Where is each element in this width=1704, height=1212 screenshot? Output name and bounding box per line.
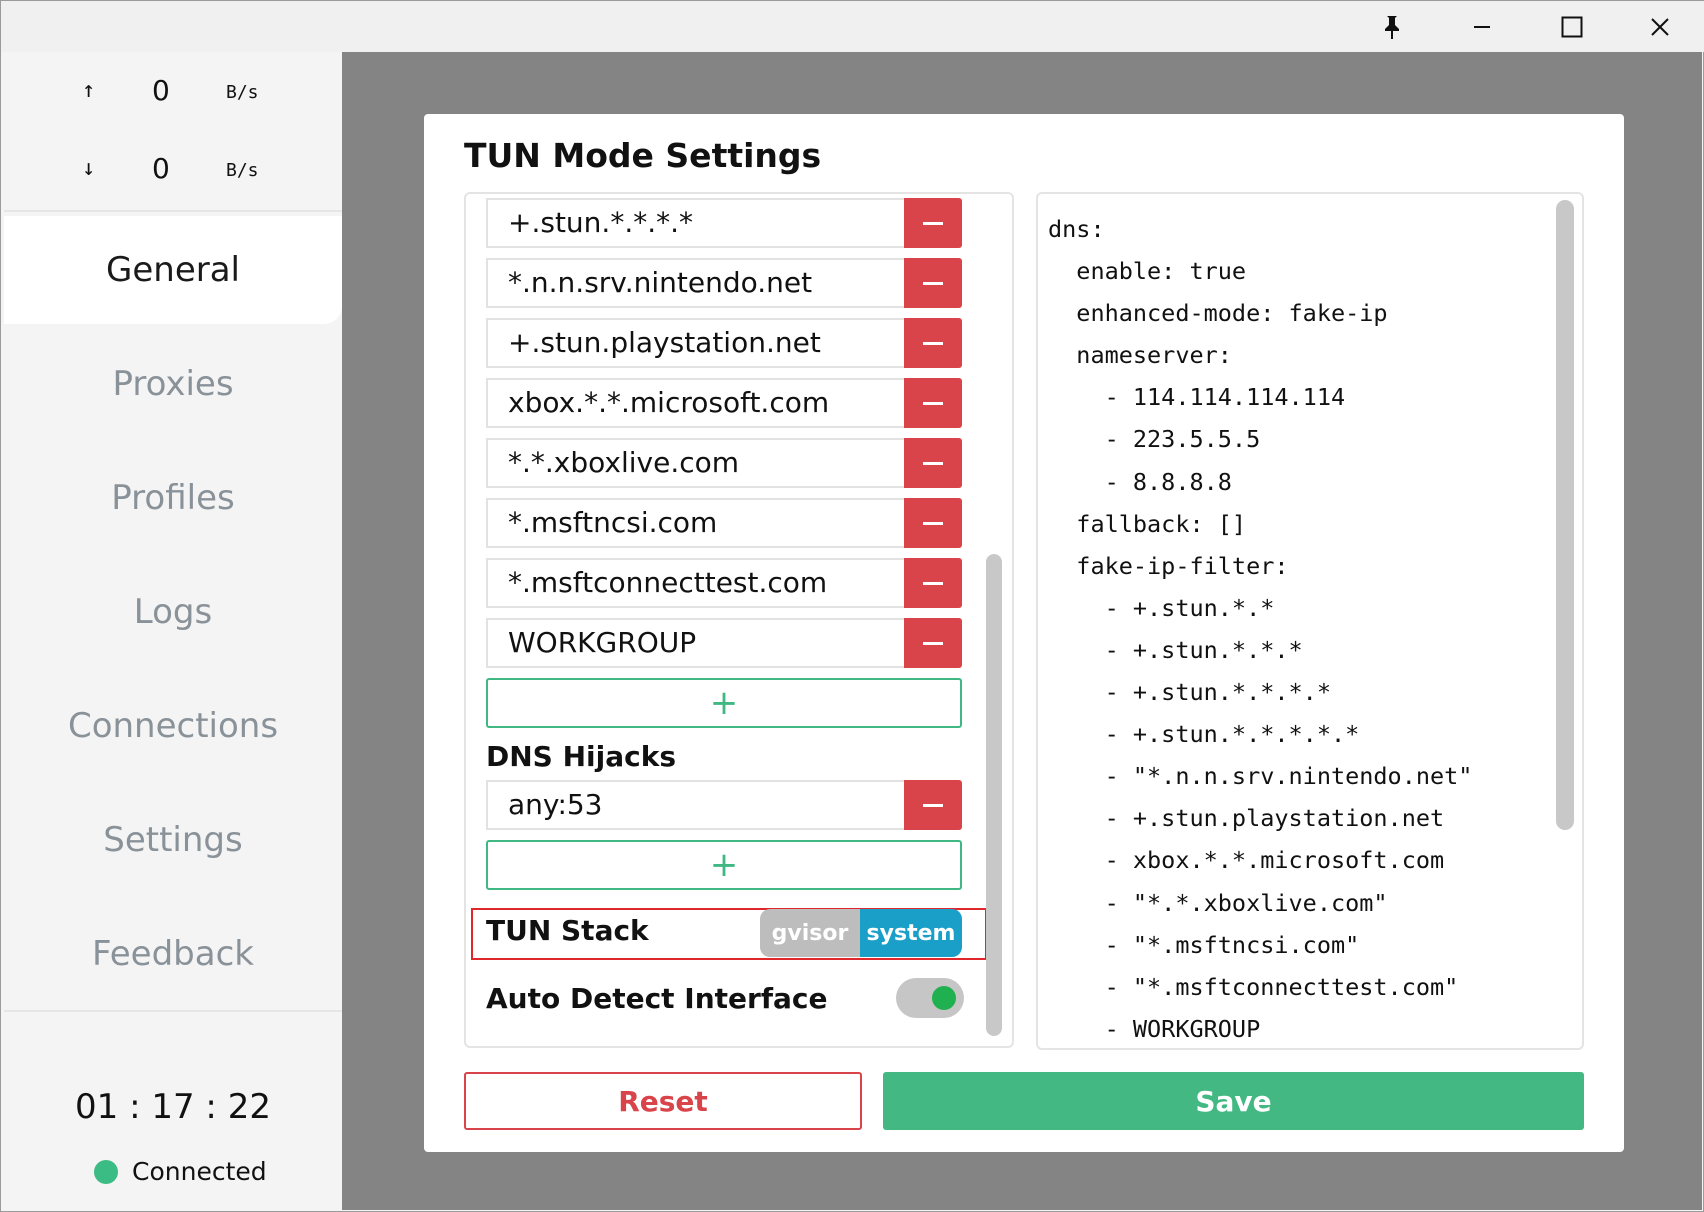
minus-icon bbox=[923, 521, 943, 525]
form-scrollbar[interactable] bbox=[986, 554, 1002, 1036]
upload-arrow-icon: ↑ bbox=[82, 78, 96, 103]
minus-icon bbox=[923, 641, 943, 645]
list-item: +.stun.*.*.*.* bbox=[486, 198, 962, 248]
reset-button[interactable]: Reset bbox=[464, 1072, 862, 1130]
auto-detect-label: Auto Detect Interface bbox=[486, 982, 828, 1015]
remove-button[interactable] bbox=[904, 378, 962, 428]
remove-button[interactable] bbox=[904, 558, 962, 608]
minus-icon bbox=[923, 581, 943, 585]
upload-value: 0 bbox=[152, 74, 170, 107]
save-button[interactable]: Save bbox=[883, 1072, 1584, 1130]
sidebar-item-general[interactable]: General bbox=[4, 216, 342, 324]
add-filter-button[interactable]: + bbox=[486, 678, 962, 728]
remove-button[interactable] bbox=[904, 198, 962, 248]
sidebar-divider-bottom bbox=[4, 1010, 342, 1012]
list-item: *.*.xboxlive.com bbox=[486, 438, 962, 488]
connection-status: Connected bbox=[94, 1157, 267, 1186]
download-value: 0 bbox=[152, 152, 170, 185]
list-item: *.msftncsi.com bbox=[486, 498, 962, 548]
filter-input[interactable]: WORKGROUP bbox=[486, 618, 904, 668]
yaml-scrollbar[interactable] bbox=[1556, 200, 1574, 830]
dns-hijacks-label: DNS Hijacks bbox=[486, 740, 676, 773]
filter-input[interactable]: *.n.n.srv.nintendo.net bbox=[486, 258, 904, 308]
filter-input[interactable]: xbox.*.*.microsoft.com bbox=[486, 378, 904, 428]
filter-input[interactable]: *.msftncsi.com bbox=[486, 498, 904, 548]
filter-input[interactable]: *.*.xboxlive.com bbox=[486, 438, 904, 488]
dialog-title: TUN Mode Settings bbox=[464, 136, 822, 175]
tun-stack-selector: gvisor system bbox=[760, 909, 962, 957]
sidebar: ↑ 0 B/s ↓ 0 B/s General Proxies Profiles… bbox=[4, 52, 342, 1210]
download-speed: ↓ 0 B/s bbox=[4, 152, 342, 192]
app-window: ↑ 0 B/s ↓ 0 B/s General Proxies Profiles… bbox=[0, 0, 1704, 1212]
minus-icon bbox=[923, 401, 943, 405]
yaml-preview-panel: dns: enable: true enhanced-mode: fake-ip… bbox=[1036, 192, 1584, 1050]
sidebar-item-logs[interactable]: Logs bbox=[4, 558, 342, 666]
filter-input[interactable]: *.msftconnecttest.com bbox=[486, 558, 904, 608]
toggle-knob bbox=[932, 986, 956, 1010]
upload-unit: B/s bbox=[226, 82, 259, 103]
remove-button[interactable] bbox=[904, 258, 962, 308]
download-arrow-icon: ↓ bbox=[82, 156, 96, 181]
close-icon[interactable] bbox=[1615, 3, 1704, 51]
add-dns-hijack-button[interactable]: + bbox=[486, 840, 962, 890]
maximize-icon[interactable] bbox=[1527, 3, 1617, 51]
remove-button[interactable] bbox=[904, 318, 962, 368]
minus-icon bbox=[923, 341, 943, 345]
pin-icon[interactable] bbox=[1347, 3, 1437, 51]
filter-input[interactable]: +.stun.playstation.net bbox=[486, 318, 904, 368]
filter-input[interactable]: +.stun.*.*.*.* bbox=[486, 198, 904, 248]
list-item: +.stun.playstation.net bbox=[486, 318, 962, 368]
remove-button[interactable] bbox=[904, 498, 962, 548]
sidebar-divider bbox=[4, 210, 342, 212]
tun-settings-dialog: TUN Mode Settings +.stun.*.*.*.* *.n.n.s… bbox=[424, 114, 1624, 1152]
dns-hijack-input[interactable]: any:53 bbox=[486, 780, 904, 830]
remove-button[interactable] bbox=[904, 780, 962, 830]
sidebar-item-connections[interactable]: Connections bbox=[4, 672, 342, 780]
minus-icon bbox=[923, 461, 943, 465]
sidebar-item-profiles[interactable]: Profiles bbox=[4, 444, 342, 552]
minus-icon bbox=[923, 803, 943, 807]
auto-detect-toggle[interactable] bbox=[896, 978, 964, 1018]
list-item: any:53 bbox=[486, 780, 962, 830]
list-item: *.n.n.srv.nintendo.net bbox=[486, 258, 962, 308]
remove-button[interactable] bbox=[904, 438, 962, 488]
download-unit: B/s bbox=[226, 160, 259, 181]
minus-icon bbox=[923, 281, 943, 285]
minus-icon bbox=[923, 221, 943, 225]
titlebar bbox=[1, 1, 1704, 52]
yaml-preview: dns: enable: true enhanced-mode: fake-ip… bbox=[1048, 215, 1473, 1043]
list-item: xbox.*.*.microsoft.com bbox=[486, 378, 962, 428]
list-item: WORKGROUP bbox=[486, 618, 962, 668]
status-dot-icon bbox=[94, 1159, 118, 1184]
settings-form-panel: +.stun.*.*.*.* *.n.n.srv.nintendo.net +.… bbox=[464, 192, 1014, 1048]
uptime-clock: 01 : 17 : 22 bbox=[75, 1087, 271, 1127]
sidebar-item-settings[interactable]: Settings bbox=[4, 786, 342, 894]
list-item: *.msftconnecttest.com bbox=[486, 558, 962, 608]
upload-speed: ↑ 0 B/s bbox=[4, 74, 342, 114]
minimize-icon[interactable] bbox=[1437, 3, 1527, 51]
sidebar-item-proxies[interactable]: Proxies bbox=[4, 330, 342, 438]
tun-stack-label: TUN Stack bbox=[486, 914, 649, 947]
tun-stack-option-gvisor[interactable]: gvisor bbox=[760, 909, 860, 957]
tun-stack-option-system[interactable]: system bbox=[860, 909, 962, 957]
sidebar-item-feedback[interactable]: Feedback bbox=[4, 900, 342, 1008]
remove-button[interactable] bbox=[904, 618, 962, 668]
status-text: Connected bbox=[132, 1157, 267, 1186]
